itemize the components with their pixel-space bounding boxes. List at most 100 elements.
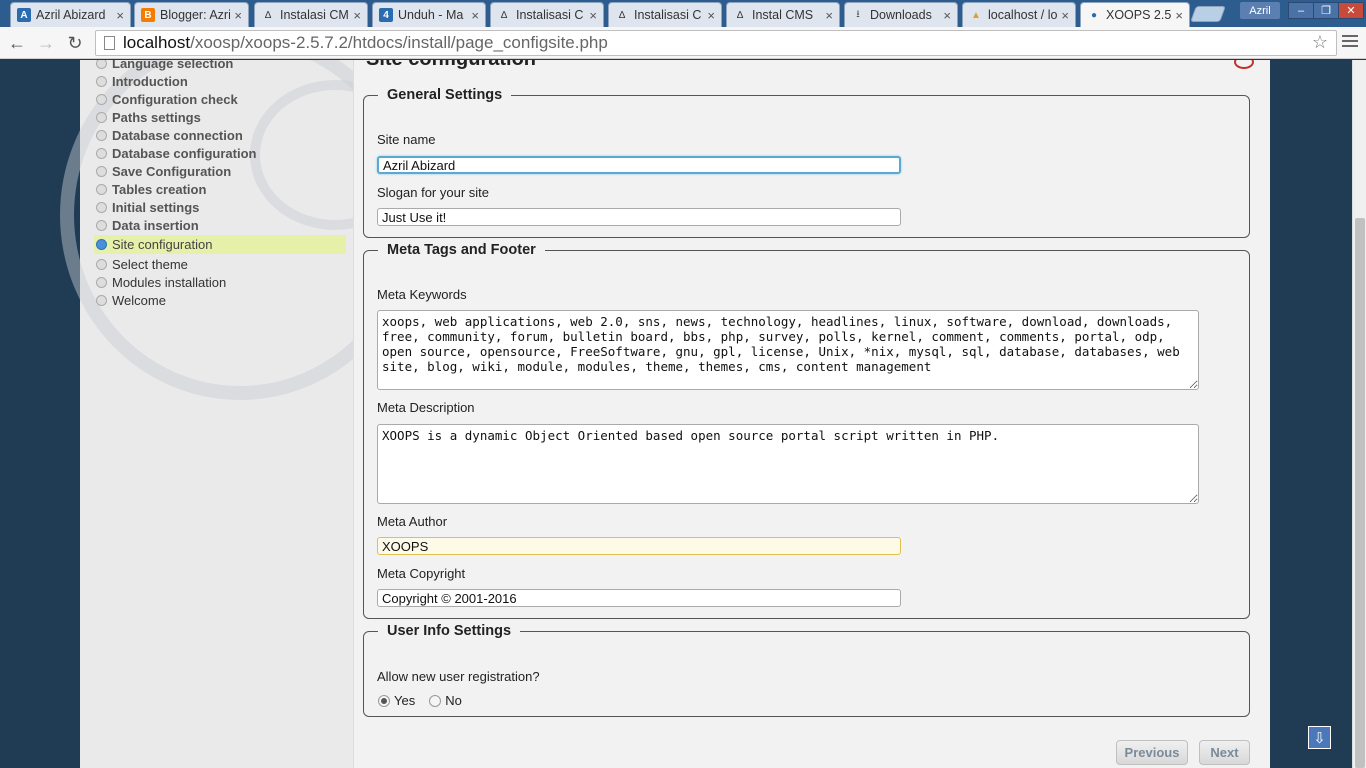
4-favicon-icon: 4 [379,8,393,22]
browser-menu-icon[interactable] [1342,35,1358,51]
install-step-item: Welcome [94,291,346,309]
step-bullet-icon [96,60,107,69]
meta-keywords-textarea[interactable] [377,310,1199,390]
install-step-item: Modules installation [94,273,346,291]
previous-button[interactable]: Previous [1116,740,1188,765]
tab-title: Instalisasi C [634,8,702,22]
meta-description-label: Meta Description [377,400,475,415]
address-bar[interactable]: localhost/xoosp/xoops-2.5.7.2/htdocs/ins… [95,30,1337,56]
step-bullet-icon [96,294,107,306]
step-bullet-icon [96,93,107,105]
install-step-item: Tables creation [94,180,346,198]
close-tab-icon[interactable]: × [589,8,597,23]
install-step-label: Save Configuration [112,163,232,179]
install-step-label: Select theme [112,256,188,272]
registration-yes-radio[interactable] [378,694,390,707]
browser-toolbar: ← → ↻ localhost/xoosp/xoops-2.5.7.2/htdo… [0,27,1366,59]
close-window-icon[interactable]: ✕ [1338,2,1364,19]
install-step-label: Language selection [112,60,234,71]
slogan-input[interactable] [377,208,901,226]
install-step-label: Modules installation [112,274,227,290]
step-bullet-icon [96,219,107,231]
tux-favicon-icon: ∆ [736,9,744,21]
tab-title: Downloads [870,8,932,22]
restore-icon[interactable]: ❐ [1313,2,1339,19]
close-tab-icon[interactable]: × [471,8,479,23]
step-bullet-icon [96,147,107,159]
A-favicon-icon: A [17,8,31,22]
site-name-label: Site name [377,132,436,147]
install-step-item: Configuration check [94,90,346,108]
step-bullet-icon [96,111,107,123]
meta-copyright-input[interactable] [377,589,901,607]
browser-tab[interactable]: A Azril Abizard × [10,2,131,27]
browser-tab[interactable]: ▲ localhost / lo × [962,2,1076,27]
browser-tab[interactable]: ∆ Instal CMS × [726,2,840,27]
close-tab-icon[interactable]: × [707,8,715,23]
meta-copyright-label: Meta Copyright [377,566,466,581]
browser-tab[interactable]: ⭳ Downloads × [844,2,958,27]
xoops-logo-icon [1234,60,1254,69]
install-step-label: Initial settings [112,199,200,215]
install-step-item: Save Configuration [94,162,346,180]
meta-keywords-label: Meta Keywords [377,287,467,302]
install-step-item: Select theme [94,255,346,273]
url-text[interactable]: localhost/xoosp/xoops-2.5.7.2/htdocs/ins… [123,33,608,53]
step-bullet-icon [96,75,107,87]
scrollbar-thumb[interactable] [1355,218,1365,768]
forward-icon[interactable]: → [35,32,57,54]
close-tab-icon[interactable]: × [353,8,361,23]
registration-yes-label[interactable]: Yes [394,693,415,708]
close-tab-icon[interactable]: × [825,8,833,23]
install-step-label: Site configuration [112,237,213,252]
install-step-label: Database configuration [112,145,257,161]
site-name-input[interactable] [377,156,901,174]
page-scrollbar[interactable] [1352,60,1366,768]
install-step-label: Configuration check [112,91,238,107]
tab-strip: A Azril Abizard × B Blogger: Azril × ∆ Instalas… [0,0,1366,27]
install-step-label: Welcome [112,292,166,308]
page-viewport: Language selection Introduction Configurat… [0,60,1352,768]
browser-tab[interactable]: 4 Unduh - Ma × [372,2,486,27]
user-info-fieldset: User Info Settings Allow new user regist… [363,623,1250,717]
meta-author-label: Meta Author [377,514,448,529]
new-tab-button[interactable] [1190,6,1226,22]
install-step-label: Tables creation [112,181,207,197]
reload-icon[interactable]: ↻ [64,32,86,54]
install-step-item: Database configuration [94,144,346,162]
scroll-down-icon[interactable]: ⇩ [1308,726,1331,749]
bookmark-star-icon[interactable]: ☆ [1312,32,1328,53]
close-tab-icon[interactable]: × [1175,8,1183,23]
slogan-label: Slogan for your site [377,185,490,200]
close-tab-icon[interactable]: × [116,8,124,23]
install-step-item: Initial settings [94,198,346,216]
browser-tab[interactable]: ∆ Instalisasi C × [608,2,722,27]
close-tab-icon[interactable]: × [943,8,951,23]
registration-no-radio[interactable] [429,694,442,707]
step-bullet-icon [96,239,107,250]
browser-tab[interactable]: B Blogger: Azril × [134,2,249,27]
registration-no-label[interactable]: No [445,693,462,708]
browser-tab[interactable]: ∆ Instalasi CMS × [254,2,368,27]
next-button[interactable]: Next [1199,740,1250,765]
install-step-item: Database connection [94,126,346,144]
meta-author-input[interactable] [377,537,901,555]
download-favicon-icon: ⭳ [856,8,860,20]
minimize-icon[interactable]: – [1288,2,1314,19]
step-bullet-icon [96,183,107,195]
profile-badge[interactable]: Azril [1240,2,1280,19]
install-step-item: Site configuration [94,235,346,254]
close-tab-icon[interactable]: × [1061,8,1069,23]
meta-tags-fieldset: Meta Tags and Footer Meta Keywords Meta … [363,242,1250,619]
install-step-item: Data insertion [94,216,346,234]
meta-description-textarea[interactable] [377,424,1199,504]
browser-tab[interactable]: ● XOOPS 2.5 × [1080,2,1190,27]
close-tab-icon[interactable]: × [234,8,242,23]
browser-tab[interactable]: ∆ Instalisasi C × [490,2,604,27]
user-info-legend: User Info Settings [387,623,512,639]
B-favicon-icon: B [141,8,155,22]
back-icon[interactable]: ← [6,32,28,54]
install-step-label: Data insertion [112,217,199,233]
main-content: Site configuration General Settings Site… [353,60,1270,768]
general-settings-legend: General Settings [387,87,503,103]
